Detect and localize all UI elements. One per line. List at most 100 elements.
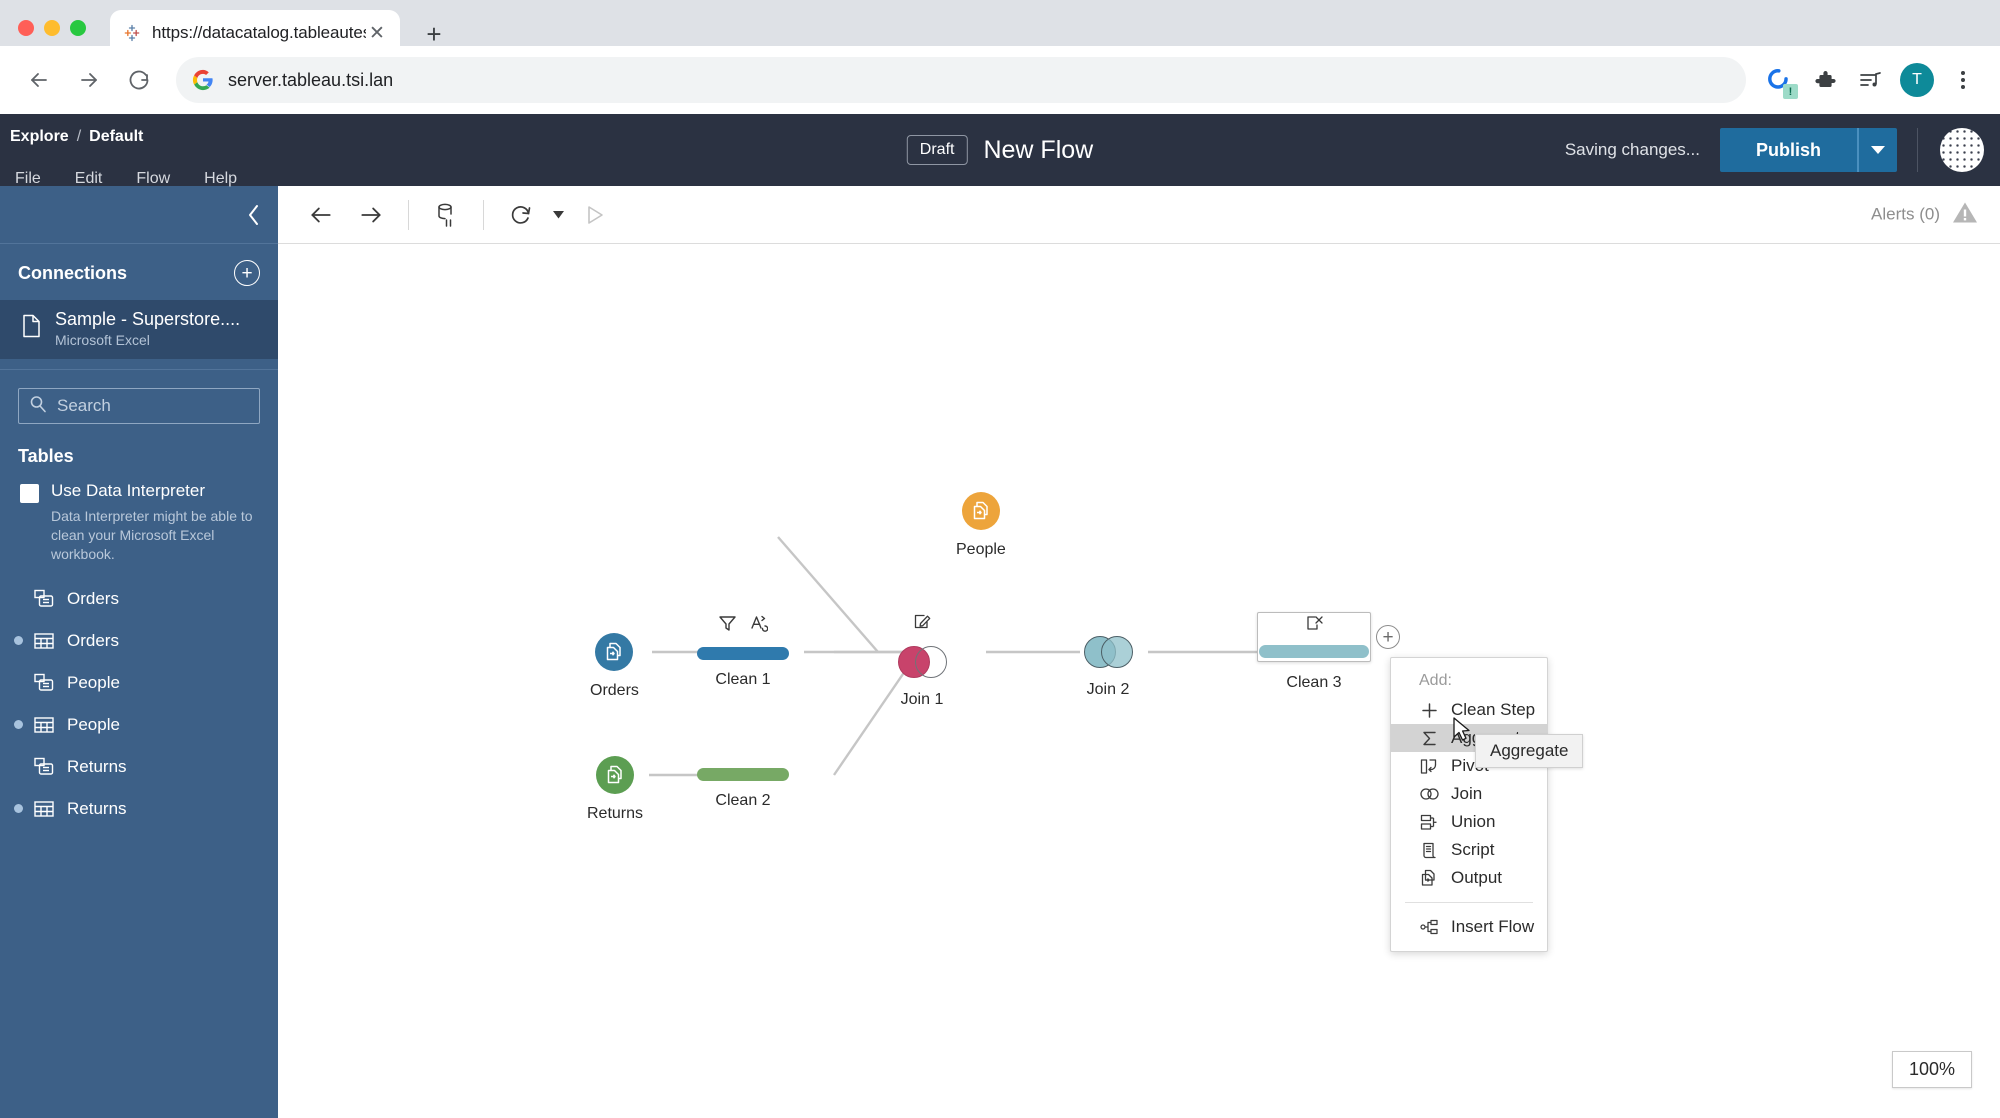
- divider: [408, 199, 409, 230]
- node-label: Orders: [590, 682, 639, 699]
- tab-title: https://datacatalog.tableautest: [152, 23, 366, 42]
- status-dot: [14, 636, 23, 646]
- avatar[interactable]: T: [1898, 61, 1936, 99]
- close-icon[interactable]: ✕: [366, 22, 388, 44]
- sigma-icon: [1419, 728, 1439, 748]
- menu-item-union[interactable]: Union: [1391, 808, 1547, 836]
- publish-group: Publish: [1719, 128, 1897, 172]
- kebab-menu-icon[interactable]: [1944, 61, 1982, 99]
- chevron-down-icon[interactable]: [1857, 128, 1897, 172]
- table-list-item[interactable]: Orders: [0, 620, 278, 662]
- plus-circle-icon[interactable]: +: [234, 260, 260, 286]
- menu-help[interactable]: Help: [199, 166, 252, 192]
- page-title[interactable]: New Flow: [983, 136, 1093, 165]
- connections-title: Connections: [18, 262, 128, 283]
- caret-down-icon[interactable]: [548, 192, 568, 238]
- menu-flow[interactable]: Flow: [131, 166, 185, 192]
- flow-node-returns[interactable]: Returns: [587, 756, 643, 823]
- connections-header: Connections +: [0, 244, 278, 300]
- search-placeholder: Search: [57, 396, 111, 415]
- step-annotation-icons: [1305, 615, 1324, 637]
- add-step-button[interactable]: +: [1376, 625, 1400, 649]
- flow-node-clean-3[interactable]: Clean 3: [1259, 615, 1369, 692]
- breadcrumb: Explore / Default: [10, 128, 143, 146]
- pivot-icon: [1419, 756, 1439, 776]
- menu-item-join[interactable]: Join: [1391, 780, 1547, 808]
- breadcrumb-default[interactable]: Default: [89, 128, 143, 146]
- reload-icon[interactable]: [118, 59, 160, 101]
- clean-step-bar: [697, 647, 789, 660]
- menu-item-label: Insert Flow: [1451, 917, 1535, 936]
- divider: [483, 199, 484, 230]
- menu-file[interactable]: File: [10, 166, 56, 192]
- input-step-icon: [596, 756, 635, 794]
- arrow-right-icon[interactable]: [68, 59, 110, 101]
- minimize-window-button[interactable]: [44, 20, 60, 36]
- menu-bar: File Edit Flow Help: [10, 166, 266, 192]
- clean-step-bar: [697, 768, 789, 781]
- puzzle-piece-icon[interactable]: [1806, 61, 1844, 99]
- menu-item-insert-flow[interactable]: Insert Flow: [1391, 913, 1547, 941]
- flow-title-area: Draft New Flow: [906, 135, 1093, 165]
- chrome-sync-warning-icon[interactable]: !: [1760, 61, 1798, 99]
- use-data-interpreter-checkbox[interactable]: [20, 484, 39, 503]
- zoom-level-indicator[interactable]: 100%: [1891, 1051, 1972, 1088]
- table-list-item[interactable]: People: [0, 704, 278, 746]
- connection-item[interactable]: Sample - Superstore.... Microsoft Excel: [0, 300, 278, 359]
- divider: [1405, 902, 1533, 903]
- table-label: Returns: [67, 798, 127, 818]
- node-label: Join 1: [900, 691, 944, 708]
- clean-step-bar: [1259, 645, 1369, 658]
- filter-icon: [718, 614, 737, 638]
- node-label: Clean 2: [715, 792, 771, 809]
- table-label: Returns: [67, 756, 127, 776]
- data-interpreter-description: Data Interpreter might be able to clean …: [51, 508, 253, 562]
- close-window-button[interactable]: [18, 20, 34, 36]
- table-list-item[interactable]: Returns: [0, 788, 278, 830]
- arrow-left-icon[interactable]: [18, 59, 60, 101]
- status-dot: [14, 594, 23, 603]
- publish-button[interactable]: Publish: [1719, 128, 1857, 172]
- flow-node-orders[interactable]: Orders: [590, 633, 639, 700]
- connection-name: Sample - Superstore....: [55, 309, 241, 329]
- media-playlist-icon[interactable]: [1852, 61, 1890, 99]
- search-input[interactable]: server.tableau.tsi.lan: [176, 57, 1746, 103]
- use-data-interpreter-row[interactable]: Use Data Interpreter: [0, 477, 278, 503]
- flow-node-join-1[interactable]: Join 1: [898, 614, 947, 709]
- flow-node-people[interactable]: People: [956, 492, 1006, 559]
- input-step-icon: [961, 492, 1000, 530]
- redo-button[interactable]: [348, 192, 394, 238]
- user-avatar[interactable]: [1940, 128, 1984, 172]
- search-icon: [29, 395, 47, 418]
- run-flow-button[interactable]: [572, 192, 618, 238]
- divider: [1917, 128, 1918, 172]
- alerts-indicator[interactable]: Alerts (0): [1871, 200, 1978, 229]
- saving-status: Saving changes...: [1564, 140, 1700, 159]
- refresh-button[interactable]: [498, 192, 544, 238]
- menu-edit[interactable]: Edit: [70, 166, 118, 192]
- table-list-item[interactable]: Orders: [0, 578, 278, 620]
- file-icon: [22, 314, 41, 343]
- breadcrumb-explore[interactable]: Explore: [10, 128, 69, 146]
- chevron-left-icon[interactable]: [0, 186, 278, 244]
- table-list-item[interactable]: People: [0, 662, 278, 704]
- menu-item-script[interactable]: Script: [1391, 836, 1547, 864]
- flow-canvas[interactable]: Orders Clean 1 Returns Clean 2 People Jo…: [278, 244, 2000, 1118]
- table-label: Orders: [67, 630, 119, 650]
- table-list-item[interactable]: Returns: [0, 746, 278, 788]
- database-pause-icon[interactable]: [423, 192, 469, 238]
- input-step-icon: [595, 633, 634, 671]
- warning-triangle-icon: [1952, 200, 1978, 229]
- menu-item-output[interactable]: Output: [1391, 864, 1547, 892]
- menu-item-label: Join: [1451, 784, 1483, 803]
- search-input[interactable]: Search: [18, 388, 260, 424]
- flow-node-clean-2[interactable]: Clean 2: [697, 768, 789, 810]
- flow-node-clean-1[interactable]: Clean 1: [697, 615, 789, 689]
- flow-node-join-2[interactable]: Join 2: [1084, 636, 1133, 699]
- profile-initial: T: [1900, 63, 1934, 97]
- add-step-context-menu: Add: Clean Step Aggregate: [1390, 657, 1548, 952]
- tables-list: Orders Orders People People Returns Retu…: [0, 564, 278, 830]
- undo-button[interactable]: [298, 192, 344, 238]
- menu-item-clean-step[interactable]: Clean Step: [1391, 696, 1547, 724]
- maximize-window-button[interactable]: [70, 20, 86, 36]
